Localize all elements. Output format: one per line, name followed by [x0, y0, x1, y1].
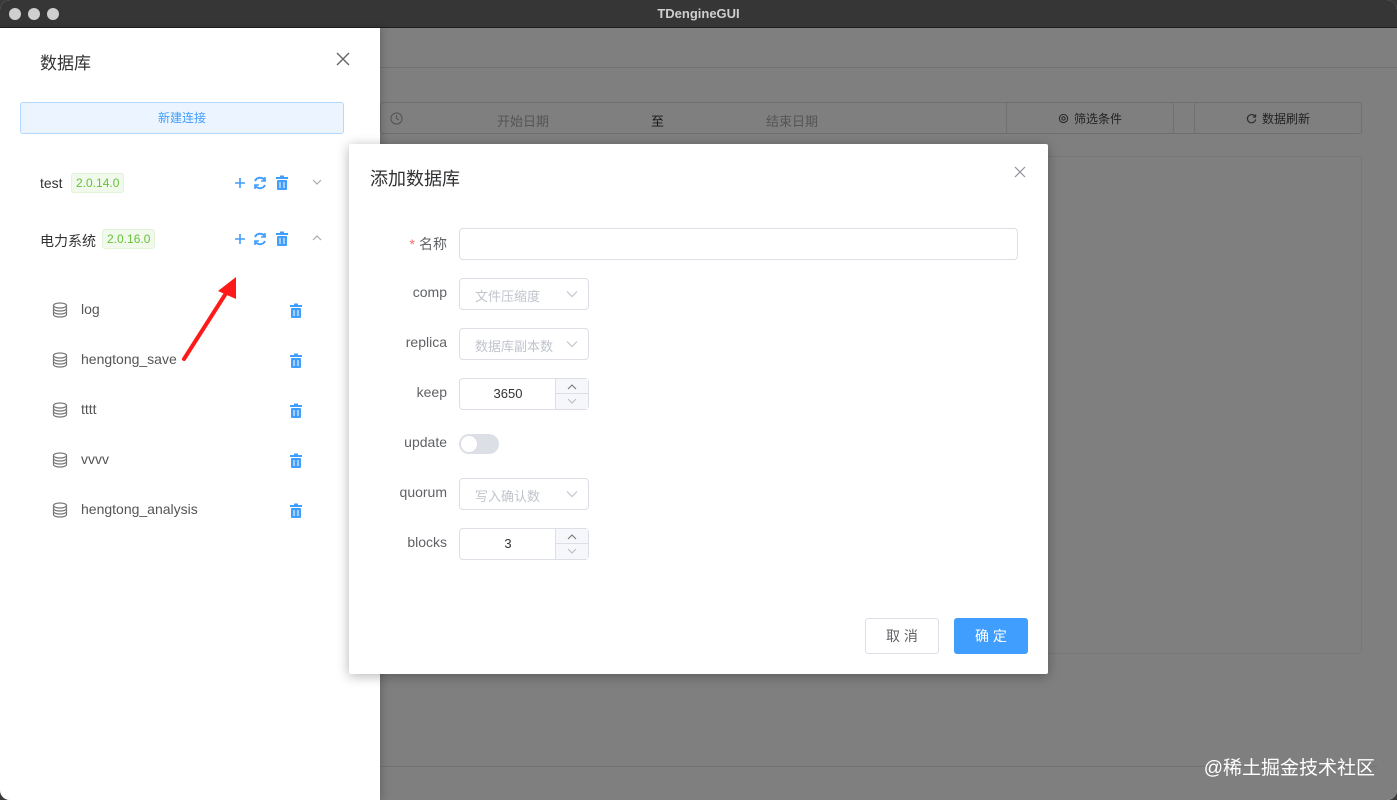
add-database-icon[interactable] [233, 176, 247, 190]
watermark-text: @稀土掘金技术社区 [1203, 758, 1375, 779]
window-title: TDengineGUI [657, 6, 740, 21]
database-icon [52, 302, 68, 318]
quorum-label: quorum [399, 484, 447, 500]
comp-select[interactable]: 文件压缩度 [459, 278, 589, 310]
replica-placeholder: 数据库副本数 [475, 339, 554, 354]
keep-label: keep [416, 384, 447, 400]
update-switch[interactable] [459, 434, 499, 454]
blocks-label: blocks [407, 534, 447, 550]
database-name: hengtong_analysis [81, 501, 198, 517]
trash-icon[interactable] [288, 353, 304, 369]
database-name: hengtong_save [81, 351, 177, 367]
blocks-stepper [555, 529, 588, 559]
close-icon[interactable] [334, 50, 352, 68]
database-drawer: 数据库 新建连接 test 2.0.14.0 电力系统 2.0.16.0 log… [0, 28, 380, 800]
annotation-arrow-icon [182, 277, 236, 361]
database-icon [52, 402, 68, 418]
increase-button[interactable] [556, 529, 588, 544]
keep-value: 3650 [493, 386, 523, 401]
decrease-button[interactable] [556, 394, 588, 409]
version-badge: 2.0.16.0 [102, 229, 156, 249]
cancel-button[interactable]: 取 消 [865, 618, 939, 654]
chevron-down-icon [567, 398, 577, 404]
chevron-down-icon [566, 291, 578, 298]
name-label: * 名称 [409, 236, 447, 252]
required-asterisk: * [409, 236, 415, 252]
keep-stepper [555, 379, 588, 409]
database-icon [52, 452, 68, 468]
comp-label: comp [412, 284, 447, 300]
trash-icon[interactable] [288, 403, 304, 419]
connection-name: 电力系统 [40, 233, 96, 249]
chevron-down-icon [567, 548, 577, 554]
chevron-down-icon [566, 341, 578, 348]
switch-knob [461, 436, 477, 452]
trash-icon[interactable] [288, 503, 304, 519]
database-item[interactable]: hengtong_analysis [40, 499, 320, 523]
connection-row-power-system[interactable]: 电力系统 2.0.16.0 [40, 228, 340, 252]
database-item[interactable]: tttt [40, 399, 320, 423]
keep-number-input[interactable]: 3650 [459, 378, 589, 410]
version-badge: 2.0.14.0 [71, 173, 125, 193]
drawer-title: 数据库 [40, 54, 91, 73]
update-label: update [404, 434, 447, 450]
app-window: TDengineGUI 开始日期 至 结束日期 筛选条件 [0, 0, 1397, 800]
chevron-up-icon [567, 384, 577, 390]
database-icon [52, 502, 68, 518]
trash-icon[interactable] [274, 175, 290, 191]
database-name: vvvv [81, 451, 109, 467]
quorum-placeholder: 写入确认数 [475, 489, 541, 504]
dialog-title: 添加数据库 [370, 169, 460, 189]
refresh-icon[interactable] [252, 175, 268, 191]
quorum-select[interactable]: 写入确认数 [459, 478, 589, 510]
replica-label: replica [405, 334, 447, 350]
add-database-dialog: 添加数据库 * 名称 comp 文件压缩度 replica 数据库副本数 keep… [349, 144, 1048, 674]
main-content: 开始日期 至 结束日期 筛选条件 数据刷新 [0, 28, 1397, 800]
increase-button[interactable] [556, 379, 588, 394]
trash-icon[interactable] [288, 453, 304, 469]
close-icon[interactable] [1014, 166, 1026, 178]
database-name: log [81, 301, 100, 317]
refresh-icon[interactable] [252, 231, 268, 247]
blocks-number-input[interactable]: 3 [459, 528, 589, 560]
database-item[interactable]: vvvv [40, 449, 320, 473]
replica-select[interactable]: 数据库副本数 [459, 328, 589, 360]
new-connection-button[interactable]: 新建连接 [20, 102, 344, 134]
database-name: tttt [81, 401, 97, 417]
blocks-value: 3 [504, 536, 512, 551]
database-icon [52, 352, 68, 368]
chevron-up-icon [567, 534, 577, 540]
trash-icon[interactable] [274, 231, 290, 247]
decrease-button[interactable] [556, 544, 588, 559]
add-database-icon[interactable] [233, 232, 247, 246]
connection-row-test[interactable]: test 2.0.14.0 [40, 172, 340, 196]
chevron-up-icon[interactable] [311, 232, 323, 244]
comp-placeholder: 文件压缩度 [475, 289, 541, 304]
confirm-button[interactable]: 确 定 [954, 618, 1028, 654]
chevron-down-icon [566, 491, 578, 498]
name-input[interactable] [459, 228, 1018, 260]
chevron-down-icon[interactable] [311, 176, 323, 188]
title-bar: TDengineGUI [0, 0, 1397, 28]
trash-icon[interactable] [288, 303, 304, 319]
connection-name: test [40, 175, 63, 191]
